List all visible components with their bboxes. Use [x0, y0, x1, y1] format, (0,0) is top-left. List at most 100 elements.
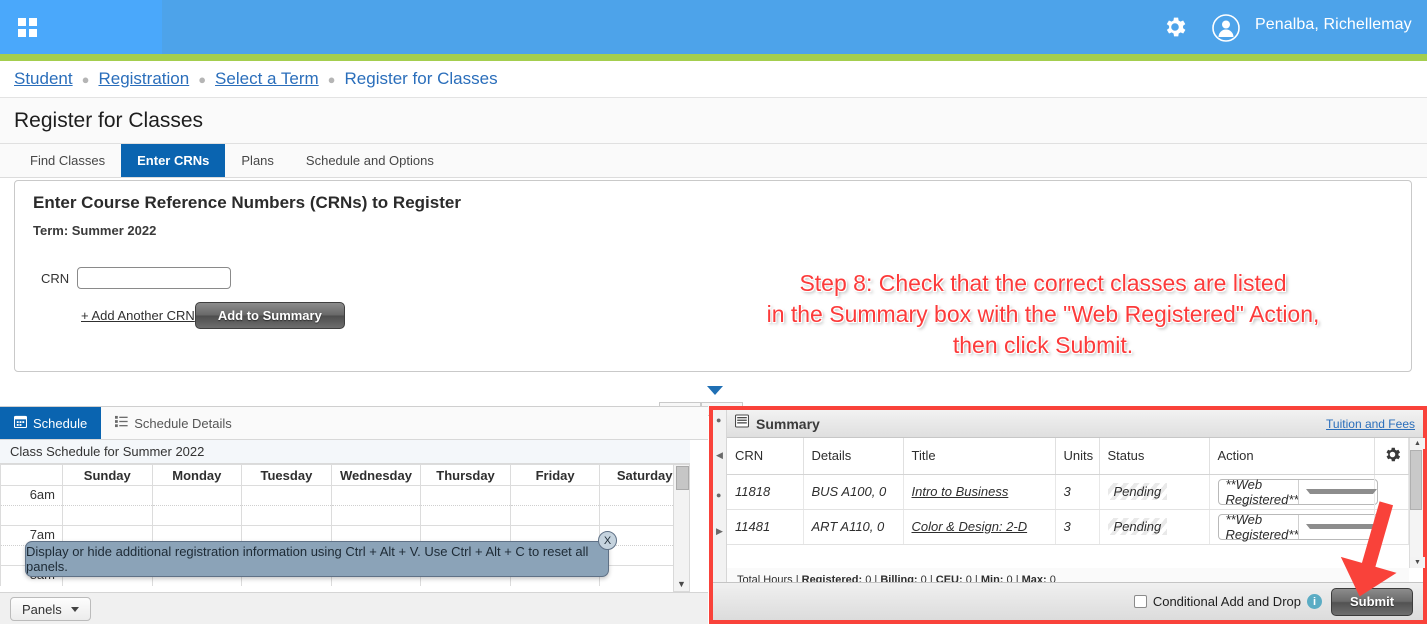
- add-to-summary-button[interactable]: Add to Summary: [194, 302, 345, 329]
- breadcrumb-item-register-for-classes: Register for Classes: [344, 69, 498, 88]
- conditional-add-drop-checkbox[interactable]: [1133, 595, 1147, 608]
- summary-settings-gear-icon[interactable]: [1374, 438, 1409, 475]
- close-icon[interactable]: X: [598, 531, 617, 550]
- breadcrumb-item-select-a-term[interactable]: Select a Term: [215, 69, 319, 89]
- calendar-cell[interactable]: [330, 505, 422, 526]
- calendar-cell[interactable]: [420, 485, 511, 506]
- column-header-action: Action: [1209, 438, 1375, 475]
- crn-input-row: CRN: [41, 267, 232, 289]
- gear-icon[interactable]: [1162, 14, 1188, 40]
- schedule-tab-bar: Schedule Schedule Details: [0, 407, 708, 440]
- conditional-add-drop-group[interactable]: Conditional Add and Drop i: [1133, 594, 1322, 609]
- breadcrumb-item-student[interactable]: Student: [14, 69, 73, 89]
- gutter-collapse-left-icon[interactable]: ◀: [716, 450, 723, 461]
- tab-schedule-details-label: Schedule Details: [134, 415, 232, 431]
- breadcrumb-separator: ●: [327, 71, 336, 87]
- calendar-day-wednesday: Wednesday: [330, 464, 422, 486]
- tab-enter-crns[interactable]: Enter CRNs: [121, 144, 226, 177]
- cell-crn: 11818: [727, 474, 804, 510]
- info-icon[interactable]: i: [1307, 594, 1322, 609]
- breadcrumb-separator: ●: [198, 71, 207, 87]
- calendar-cell[interactable]: [241, 485, 332, 506]
- calendar-row: 6am: [0, 485, 690, 506]
- summary-table: CRN Details Title Units Status Action 11…: [727, 438, 1409, 545]
- calendar-day-tuesday: Tuesday: [241, 464, 332, 486]
- calendar-cell[interactable]: [151, 485, 243, 506]
- registration-app: Penalba, Richellemay Student ● Registrat…: [0, 0, 1427, 624]
- summary-footer: Conditional Add and Drop i Submit: [713, 582, 1423, 620]
- calendar-cell[interactable]: [151, 505, 243, 526]
- calendar-day-sunday: Sunday: [62, 464, 153, 486]
- schedule-panel: Schedule Schedule Details Class Schedule…: [0, 406, 708, 624]
- schedule-caption: Class Schedule for Summer 2022: [0, 440, 690, 464]
- scroll-down-arrow-icon[interactable]: ▼: [674, 577, 689, 591]
- column-header-title: Title: [903, 438, 1056, 475]
- summary-header: Summary Tuition and Fees: [727, 410, 1423, 438]
- column-header-units: Units: [1055, 438, 1100, 475]
- summary-table-icon: [734, 414, 750, 433]
- column-header-details: Details: [803, 438, 904, 475]
- tab-schedule-and-options[interactable]: Schedule and Options: [290, 144, 450, 177]
- calendar-cell[interactable]: [62, 505, 153, 526]
- calendar-cell[interactable]: [330, 485, 422, 506]
- cell-status: Pending: [1099, 509, 1210, 545]
- crn-term-label: Term: Summer 2022: [33, 223, 157, 238]
- crn-input[interactable]: [77, 267, 232, 289]
- gutter-row-marker-icon: ●: [716, 490, 722, 500]
- cell-details: ART A110, 0: [803, 509, 904, 545]
- schedule-scroll-thumb[interactable]: [676, 466, 689, 490]
- panels-button-label: Panels: [22, 601, 62, 617]
- crn-panel-title: Enter Course Reference Numbers (CRNs) to…: [33, 193, 461, 212]
- column-header-crn: CRN: [727, 438, 804, 475]
- tab-schedule[interactable]: Schedule: [0, 407, 102, 439]
- panel-collapse-arrow-icon[interactable]: [707, 386, 723, 395]
- top-header-bar: Penalba, Richellemay: [0, 0, 1427, 54]
- table-row[interactable]: 11481 ART A110, 0 Color & Design: 2-D 3 …: [727, 509, 1409, 545]
- chevron-down-icon: [70, 606, 79, 612]
- tuition-and-fees-link[interactable]: Tuition and Fees: [1326, 417, 1415, 431]
- tab-find-classes[interactable]: Find Classes: [14, 144, 121, 177]
- course-title-link[interactable]: Color & Design: 2-D: [912, 519, 1028, 534]
- panels-toolbar: Panels: [0, 592, 708, 624]
- tab-schedule-details[interactable]: Schedule Details: [101, 407, 246, 439]
- course-title-link[interactable]: Intro to Business: [912, 484, 1009, 499]
- summary-table-zone: CRN Details Title Units Status Action 11…: [727, 438, 1409, 568]
- registration-info-tooltip: Display or hide additional registration …: [25, 541, 609, 577]
- calendar-cell[interactable]: [62, 485, 153, 506]
- instruction-annotation: Step 8: Check that the correct classes a…: [766, 270, 1320, 358]
- calendar-time-label: [0, 505, 63, 526]
- summary-header-row: CRN Details Title Units Status Action: [727, 438, 1409, 475]
- cell-title[interactable]: Intro to Business: [903, 474, 1056, 510]
- tab-plans[interactable]: Plans: [225, 144, 290, 177]
- crn-actions-row: + Add Another CRN Add to Summary: [81, 302, 345, 329]
- cell-units: 3: [1055, 509, 1100, 545]
- summary-title: Summary: [756, 415, 820, 432]
- add-another-crn-link[interactable]: + Add Another CRN: [81, 308, 195, 323]
- list-icon: [115, 415, 128, 431]
- calendar-cell[interactable]: [509, 505, 601, 526]
- cell-crn: 11481: [727, 509, 804, 545]
- cell-status: Pending: [1099, 474, 1210, 510]
- main-tab-bar: Find Classes Enter CRNs Plans Schedule a…: [0, 144, 1427, 178]
- calendar-day-friday: Friday: [509, 464, 601, 486]
- user-avatar-icon[interactable]: [1212, 14, 1240, 42]
- gutter-row-expand-icon[interactable]: ▶: [716, 526, 723, 537]
- scroll-up-arrow-icon[interactable]: ▲: [1410, 438, 1425, 449]
- grid-menu-icon[interactable]: [18, 18, 38, 38]
- cell-details: BUS A100, 0: [803, 474, 904, 510]
- calendar-cell[interactable]: [420, 505, 511, 526]
- user-name-label: Penalba, Richellemay: [1255, 16, 1412, 33]
- panels-button[interactable]: Panels: [10, 597, 91, 621]
- calendar-cell[interactable]: [241, 505, 332, 526]
- calendar-row: [0, 505, 690, 526]
- action-dropdown-value: **Web Registered**: [1225, 476, 1299, 507]
- accent-green-bar: [0, 54, 1427, 61]
- gutter-dot-icon: ●: [716, 415, 722, 425]
- tooltip-text: Display or hide additional registration …: [26, 544, 589, 574]
- cell-title[interactable]: Color & Design: 2-D: [903, 509, 1056, 545]
- table-row[interactable]: 11818 BUS A100, 0 Intro to Business 3 Pe…: [727, 474, 1409, 510]
- calendar-cell[interactable]: [509, 485, 601, 506]
- breadcrumb-item-registration[interactable]: Registration: [98, 69, 189, 89]
- crn-field-label: CRN: [41, 270, 70, 286]
- column-header-status: Status: [1099, 438, 1210, 475]
